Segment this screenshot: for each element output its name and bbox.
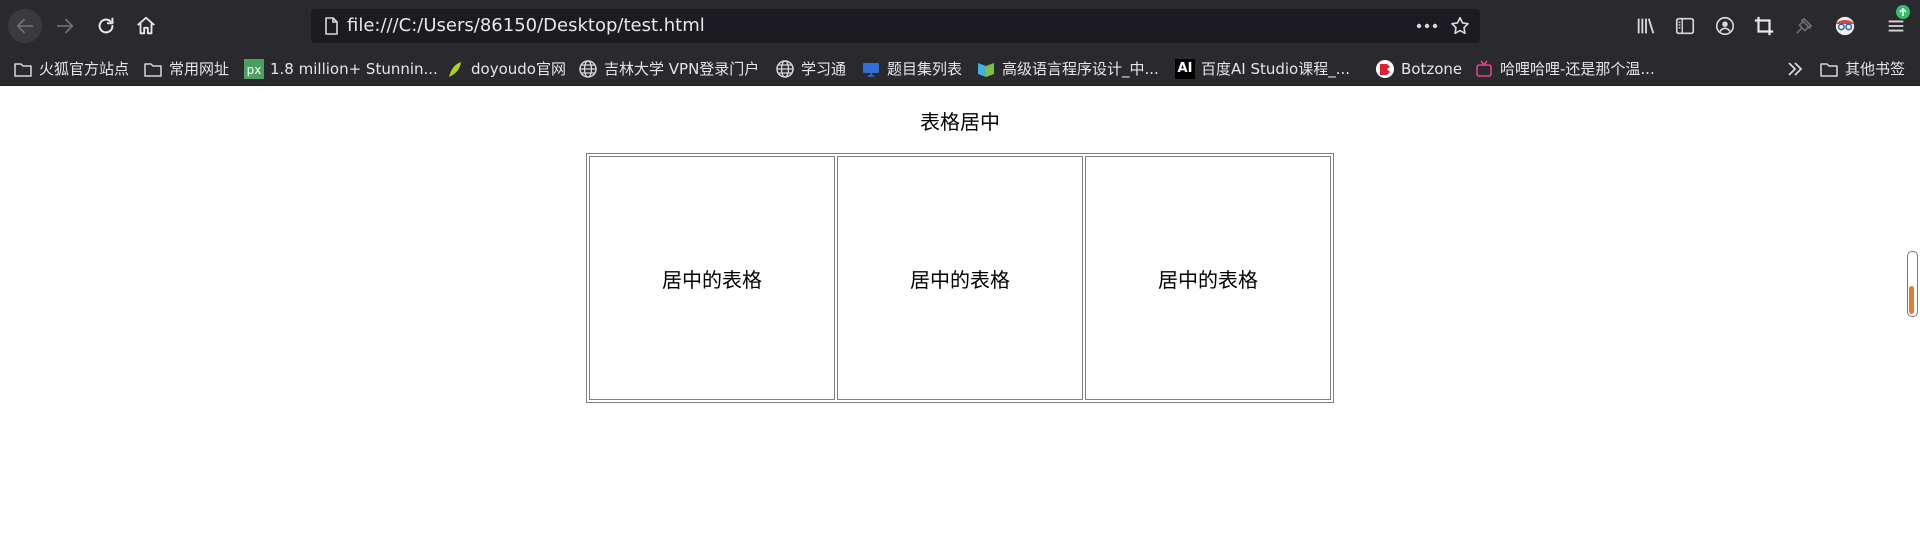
- url-bar[interactable]: file:///C:/Users/86150/Desktop/test.html: [311, 9, 1480, 43]
- bookmark-star-icon[interactable]: [1448, 15, 1472, 37]
- table-caption: 表格居中: [920, 110, 1000, 134]
- bookmark-item[interactable]: 题目集列表: [861, 52, 962, 85]
- bookmark-item[interactable]: 高级语言程序设计_中...: [976, 52, 1159, 85]
- bookmark-label: 高级语言程序设计_中...: [1002, 60, 1159, 78]
- bookmarks-bar: 火狐官方站点 常用网址 px 1.8 million+ Stunnin... d…: [0, 52, 1920, 86]
- other-bookmarks[interactable]: 其他书签: [1819, 52, 1905, 85]
- bookmark-label: 火狐官方站点: [39, 60, 130, 78]
- bookmark-label: doyoudo官网: [471, 60, 566, 78]
- scroll-indicator-fill: [1909, 286, 1914, 314]
- table-cell: 居中的表格: [1085, 156, 1331, 400]
- arrow-left-icon: [16, 18, 34, 34]
- menu-button[interactable]: [1883, 5, 1910, 39]
- pin-icon: [1796, 17, 1813, 34]
- account-icon: [1715, 16, 1735, 36]
- crop-icon: [1754, 16, 1774, 36]
- chevron-double-right-icon: [1785, 59, 1805, 79]
- reload-icon: [98, 17, 114, 34]
- book-icon: [976, 59, 996, 79]
- browser-toolbar: file:///C:/Users/86150/Desktop/test.html: [0, 0, 1920, 52]
- back-button[interactable]: [8, 9, 42, 43]
- page-icon: [325, 17, 338, 35]
- account-button[interactable]: [1712, 13, 1738, 39]
- tv-icon: [1474, 59, 1494, 79]
- globe-icon: [578, 59, 598, 79]
- more-actions-icon[interactable]: [1414, 16, 1440, 36]
- bookmark-label: Botzone: [1401, 59, 1463, 78]
- home-icon: [137, 16, 155, 35]
- home-button[interactable]: [129, 9, 163, 43]
- table-cell: 居中的表格: [589, 156, 835, 400]
- bookmark-label: 学习通: [801, 60, 847, 78]
- bookmark-item[interactable]: 哈哩哈哩-还是那个温...: [1474, 52, 1655, 85]
- centered-table: 居中的表格 居中的表格 居中的表格: [586, 153, 1334, 403]
- bookmark-label: 1.8 million+ Stunnin...: [270, 59, 438, 78]
- forward-button[interactable]: [48, 9, 82, 43]
- bookmark-item[interactable]: 学习通: [775, 52, 846, 85]
- extension-button[interactable]: [1832, 13, 1858, 39]
- folder-icon: [1819, 59, 1839, 79]
- bookmark-label: 吉林大学 VPN登录门户: [604, 60, 760, 78]
- library-button[interactable]: [1633, 13, 1659, 39]
- scroll-indicator[interactable]: [1907, 251, 1918, 317]
- bookmark-label: 百度AI Studio课程_...: [1201, 60, 1351, 78]
- leaf-icon: [445, 59, 465, 79]
- bookmark-item[interactable]: 吉林大学 VPN登录门户: [578, 52, 759, 85]
- table-cell: 居中的表格: [837, 156, 1083, 400]
- bookmark-item[interactable]: doyoudo官网: [445, 52, 566, 85]
- reload-button[interactable]: [89, 9, 123, 43]
- bookmark-item[interactable]: px 1.8 million+ Stunnin...: [244, 52, 438, 85]
- svg-text:px: px: [247, 63, 262, 77]
- arrow-right-icon: [56, 18, 74, 34]
- extension-face-icon: [1835, 16, 1855, 36]
- bookmark-item[interactable]: AI 百度AI Studio课程_...: [1175, 52, 1350, 85]
- bookmark-label: 哈哩哈哩-还是那个温...: [1500, 60, 1655, 78]
- ai-icon: AI: [1175, 58, 1195, 79]
- bookmark-item[interactable]: 常用网址: [143, 52, 229, 85]
- monitor-icon: [861, 59, 881, 79]
- sidebar-button[interactable]: [1672, 13, 1698, 39]
- update-badge-icon: [1896, 5, 1910, 19]
- url-text: file:///C:/Users/86150/Desktop/test.html: [347, 15, 705, 36]
- folder-icon: [143, 59, 163, 79]
- folder-icon: [13, 59, 33, 79]
- screenshot-button[interactable]: [1751, 13, 1777, 39]
- bookmarks-overflow-button[interactable]: [1785, 52, 1811, 85]
- library-icon: [1637, 18, 1655, 34]
- botzone-icon: [1375, 59, 1395, 79]
- sidebar-icon: [1675, 17, 1695, 35]
- pin-button[interactable]: [1791, 13, 1817, 39]
- bookmark-item[interactable]: 火狐官方站点: [13, 52, 129, 85]
- bookmark-item[interactable]: Botzone: [1375, 52, 1462, 85]
- bookmark-label: 题目集列表: [887, 60, 963, 78]
- pixabay-icon: px: [244, 58, 264, 79]
- bookmark-label: 常用网址: [169, 60, 230, 78]
- globe-icon: [775, 59, 795, 79]
- other-bookmarks-label: 其他书签: [1845, 60, 1906, 78]
